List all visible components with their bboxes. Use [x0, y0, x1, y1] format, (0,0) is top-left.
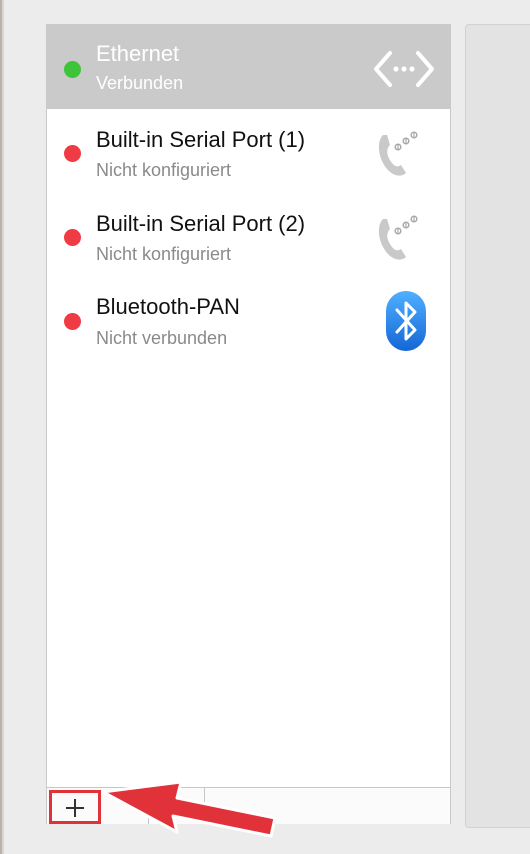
service-name: Built-in Serial Port (2) [96, 211, 306, 236]
service-row-ethernet[interactable]: Ethernet Verbunden [47, 25, 450, 109]
service-status: Nicht konfiguriert [96, 244, 232, 264]
network-service-list: Ethernet Verbunden Built-in Serial Port … [46, 24, 451, 824]
service-row-bluetooth-pan[interactable]: Bluetooth-PAN Nicht verbunden [47, 277, 450, 361]
service-name: Built-in Serial Port (1) [96, 127, 306, 152]
service-status: Verbunden [96, 73, 184, 93]
service-row-serial-port-2[interactable]: Built-in Serial Port (2) Nicht konfiguri… [47, 193, 450, 277]
service-detail-pane [465, 24, 530, 828]
status-dot-disconnected [64, 313, 81, 330]
status-dot-connected [64, 61, 81, 78]
status-dot-disconnected [64, 229, 81, 246]
ethernet-icon [374, 51, 434, 87]
service-status: Nicht konfiguriert [96, 160, 232, 180]
annotation-arrow [103, 780, 277, 838]
service-name: Ethernet [96, 41, 180, 66]
phone-modem-icon [378, 215, 418, 260]
bluetooth-icon [386, 291, 426, 351]
phone-modem-icon [378, 131, 418, 176]
service-name: Bluetooth-PAN [96, 294, 240, 319]
window-left-border [0, 0, 2, 854]
service-row-serial-port-1[interactable]: Built-in Serial Port (1) Nicht konfiguri… [47, 109, 450, 193]
add-service-button[interactable] [49, 790, 101, 824]
service-status: Nicht verbunden [96, 328, 228, 348]
status-dot-disconnected [64, 145, 81, 162]
